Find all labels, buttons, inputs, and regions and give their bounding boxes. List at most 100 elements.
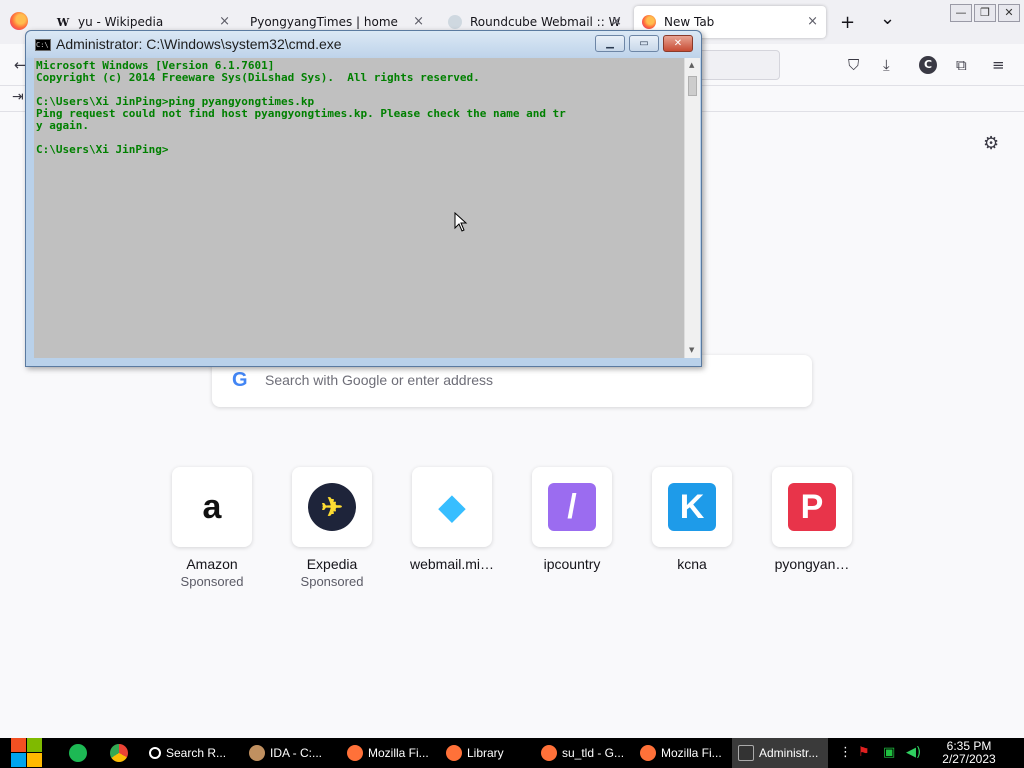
shortcut-label: ipcountry bbox=[543, 556, 601, 572]
search-icon bbox=[149, 747, 161, 759]
scroll-up-icon[interactable]: ▲ bbox=[689, 61, 694, 69]
shortcut-tile[interactable]: / ipcountry bbox=[527, 467, 617, 572]
search-placeholder: Search with Google or enter address bbox=[265, 372, 494, 388]
account-icon[interactable]: C bbox=[919, 56, 937, 74]
roundcube-icon: ◆ bbox=[428, 483, 476, 531]
firefox-icon[interactable] bbox=[10, 12, 28, 30]
cmd-scrollbar[interactable]: ▲ ▼ bbox=[684, 58, 700, 358]
taskbar-item[interactable]: IDA - C:... bbox=[243, 738, 337, 768]
cmd-console-output[interactable]: Microsoft Windows [Version 6.1.7601] Copy… bbox=[34, 58, 684, 358]
shortcut-tile[interactable]: ✈ Expedia Sponsored bbox=[287, 467, 377, 589]
expedia-icon: ✈ bbox=[308, 483, 356, 531]
firefox-icon bbox=[347, 745, 363, 761]
extensions-icon[interactable]: ⧉ bbox=[956, 56, 967, 74]
cmd-title-bar[interactable]: C:\ Administrator: C:\Windows\system32\c… bbox=[26, 31, 701, 58]
console-line: Copyright (c) 2014 Freeware Sys(DiLshad … bbox=[36, 71, 480, 84]
google-icon: G bbox=[232, 369, 248, 391]
close-window-button[interactable]: ✕ bbox=[998, 4, 1020, 22]
shortcut-tile-frame[interactable]: P bbox=[772, 467, 852, 547]
downloads-icon[interactable]: ⤓ bbox=[883, 56, 890, 74]
taskbar-item[interactable]: Mozilla Fi... bbox=[634, 738, 730, 768]
taskbar-item-label: Search R... bbox=[166, 746, 227, 760]
new-tab-button[interactable]: + bbox=[840, 12, 855, 33]
tab-label: New Tab bbox=[664, 15, 715, 29]
firefox-icon bbox=[640, 745, 656, 761]
kcna-icon: K bbox=[668, 483, 716, 531]
taskbar-item[interactable]: su_tld - G... bbox=[535, 738, 631, 768]
console-line: Ping request could not find host pyangyo… bbox=[36, 107, 566, 120]
taskbar-item-label: IDA - C:... bbox=[270, 746, 323, 760]
shortcut-tile-frame[interactable]: K bbox=[652, 467, 732, 547]
taskbar-item[interactable]: Mozilla Fi... bbox=[341, 738, 437, 768]
minimize-button[interactable]: — bbox=[950, 4, 972, 22]
taskbar-item[interactable]: Administr... bbox=[732, 738, 828, 768]
shortcut-tile-frame[interactable]: a bbox=[172, 467, 252, 547]
clock-date: 2/27/2023 bbox=[942, 752, 996, 766]
close-icon[interactable]: × bbox=[413, 14, 424, 29]
taskbar-item-label: Administr... bbox=[759, 746, 819, 760]
firefox-icon bbox=[446, 745, 462, 761]
shortcut-tile-frame[interactable]: / bbox=[532, 467, 612, 547]
shortcut-tile[interactable]: ◆ webmail.mi… bbox=[407, 467, 497, 572]
taskbar-item-label: su_tld - G... bbox=[562, 746, 625, 760]
gear-icon[interactable]: ⚙ bbox=[983, 133, 999, 154]
roundcube-icon bbox=[448, 15, 462, 29]
taskbar-item[interactable]: Library bbox=[440, 738, 532, 768]
tab-label: Roundcube Webmail :: W bbox=[470, 15, 620, 29]
network-icon[interactable]: ▣ bbox=[883, 745, 895, 760]
shortcut-label: webmail.mi… bbox=[409, 556, 494, 572]
close-icon[interactable]: × bbox=[807, 14, 818, 29]
shortcut-tile-frame[interactable]: ✈ bbox=[292, 467, 372, 547]
shortcut-label: kcna bbox=[677, 556, 707, 572]
close-icon[interactable]: × bbox=[611, 14, 622, 29]
taskbar-item-label: Library bbox=[467, 746, 504, 760]
console-line: C:\Users\Xi JinPing> bbox=[36, 143, 169, 156]
cmd-icon bbox=[738, 745, 754, 761]
clock[interactable]: 6:35 PM 2/27/2023 bbox=[930, 740, 1008, 766]
volume-icon[interactable]: ◀) bbox=[906, 745, 921, 760]
wikipedia-icon: W bbox=[56, 15, 70, 29]
taskbar: Search R... IDA - C:... Mozilla Fi... Libra… bbox=[0, 738, 1024, 768]
shortcut-tile[interactable]: Kkcna bbox=[647, 467, 737, 572]
tab-label: yu - Wikipedia bbox=[78, 15, 164, 29]
cmd-window[interactable]: C:\ Administrator: C:\Windows\system32\c… bbox=[25, 30, 702, 367]
list-all-tabs-button[interactable]: ⌄ bbox=[880, 8, 895, 29]
shortcut-tile[interactable]: a Amazon Sponsored bbox=[167, 467, 257, 589]
shortcut-label: Amazon bbox=[186, 556, 238, 572]
import-bookmarks-icon[interactable]: ⇥ bbox=[12, 89, 24, 105]
shortcut-tile[interactable]: Ppyongyan… bbox=[767, 467, 857, 572]
pyongyang-icon: P bbox=[788, 483, 836, 531]
flag-icon[interactable]: ⚑ bbox=[858, 745, 870, 760]
close-icon[interactable]: × bbox=[219, 14, 230, 29]
pocket-icon[interactable]: ⛉ bbox=[848, 56, 859, 74]
ida-icon bbox=[249, 745, 265, 761]
sponsored-label: Sponsored bbox=[180, 574, 244, 589]
scroll-down-icon[interactable]: ▼ bbox=[689, 346, 694, 354]
firefox-icon bbox=[642, 15, 656, 29]
start-button[interactable] bbox=[10, 738, 42, 768]
shortcut-label: Expedia bbox=[306, 556, 358, 572]
cmd-title: Administrator: C:\Windows\system32\cmd.e… bbox=[56, 36, 342, 52]
console-line: y again. bbox=[36, 119, 89, 132]
amazon-icon: a bbox=[188, 483, 236, 531]
cmd-close-button[interactable]: ✕ bbox=[663, 35, 693, 52]
taskbar-item-label: Mozilla Fi... bbox=[661, 746, 722, 760]
taskbar-item[interactable]: Search R... bbox=[143, 738, 239, 768]
chrome-icon[interactable] bbox=[110, 744, 128, 762]
cmd-minimize-button[interactable]: ▁ bbox=[595, 35, 625, 52]
ipcountry-icon: / bbox=[548, 483, 596, 531]
spotify-icon[interactable] bbox=[69, 744, 87, 762]
sponsored-label: Sponsored bbox=[300, 574, 364, 589]
menu-icon[interactable]: ≡ bbox=[992, 56, 1005, 74]
restore-button[interactable]: ❐ bbox=[974, 4, 996, 22]
mouse-pointer-icon bbox=[454, 212, 468, 232]
shortcut-label: pyongyan… bbox=[774, 556, 850, 572]
scrollbar-thumb[interactable] bbox=[688, 76, 697, 96]
cmd-maximize-button[interactable]: ▭ bbox=[629, 35, 659, 52]
taskbar-item-label: Mozilla Fi... bbox=[368, 746, 429, 760]
overflow-icon[interactable]: ⋮ bbox=[839, 745, 852, 760]
address-bar[interactable] bbox=[690, 50, 780, 80]
cmd-icon: C:\ bbox=[35, 39, 51, 51]
shortcut-tile-frame[interactable]: ◆ bbox=[412, 467, 492, 547]
firefox-icon bbox=[541, 745, 557, 761]
